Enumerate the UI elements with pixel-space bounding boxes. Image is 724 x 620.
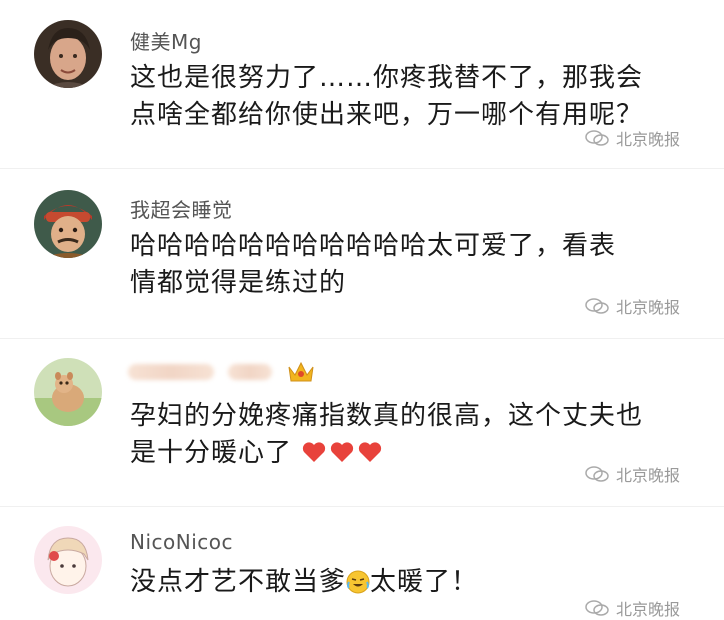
avatar[interactable] bbox=[34, 20, 102, 88]
username[interactable]: NicoNicoc bbox=[130, 530, 233, 554]
watermark-text: 北京晚报 bbox=[615, 466, 680, 485]
heart-icon bbox=[303, 442, 326, 462]
blurred-text bbox=[228, 364, 272, 380]
avatar[interactable] bbox=[34, 358, 102, 426]
watermark: 北京晚报 bbox=[584, 294, 680, 318]
username[interactable]: 健美Mg bbox=[130, 26, 202, 55]
username-blurred[interactable] bbox=[128, 361, 316, 382]
comment-text-span: 太暖了！ bbox=[370, 567, 479, 597]
wechat-icon bbox=[585, 600, 609, 616]
avatar[interactable] bbox=[34, 526, 102, 594]
comment-text-span: 是十分暖心了 bbox=[130, 438, 293, 468]
comment-item-2: 我超会睡觉 哈哈哈哈哈哈哈哈哈哈哈太可爱了，看表 情都觉得是练过的 北京晚报 bbox=[0, 168, 724, 340]
comment-text-line: 这也是很努力了……你疼我替不了，那我会 bbox=[130, 63, 644, 93]
crown-icon bbox=[288, 361, 314, 382]
heart-icon bbox=[359, 442, 382, 462]
comment-item-3: 孕妇的分娩疼痛指数真的很高，这个丈夫也 是十分暖心了 北京晚报 bbox=[0, 338, 724, 508]
avatar[interactable] bbox=[34, 190, 102, 258]
comment-text: 这也是很努力了……你疼我替不了，那我会 点啥全都给你使出来吧，万一哪个有用呢？ bbox=[130, 60, 710, 134]
comment-text-line: 孕妇的分娩疼痛指数真的很高，这个丈夫也 bbox=[130, 401, 644, 431]
comment-text-span: 没点才艺不敢当爹 bbox=[130, 567, 347, 597]
comment-text: 哈哈哈哈哈哈哈哈哈哈哈太可爱了，看表 情都觉得是练过的 bbox=[130, 228, 710, 302]
wechat-icon bbox=[585, 298, 609, 314]
comment-item-4: NicoNicoc 没点才艺不敢当爹 太暖了！ 北京晚报 bbox=[0, 506, 724, 619]
wechat-icon bbox=[585, 130, 609, 146]
watermark-text: 北京晚报 bbox=[615, 600, 680, 619]
hearts-emoji bbox=[301, 440, 383, 464]
blurred-text bbox=[128, 364, 214, 380]
comment-item-1: 健美Mg 这也是很努力了……你疼我替不了，那我会 点啥全都给你使出来吧，万一哪个… bbox=[0, 0, 724, 170]
watermark-text: 北京晚报 bbox=[615, 298, 680, 317]
comment-text-line: 哈哈哈哈哈哈哈哈哈哈哈太可爱了，看表 bbox=[130, 231, 617, 261]
username[interactable]: 我超会睡觉 bbox=[130, 194, 233, 223]
watermark: 北京晚报 bbox=[584, 126, 680, 150]
crying-laugh-emoji-icon bbox=[346, 570, 370, 594]
watermark: 北京晚报 bbox=[584, 596, 680, 620]
watermark: 北京晚报 bbox=[584, 462, 680, 486]
comment-text: 孕妇的分娩疼痛指数真的很高，这个丈夫也 是十分暖心了 bbox=[130, 398, 710, 472]
heart-icon bbox=[331, 442, 354, 462]
watermark-text: 北京晚报 bbox=[615, 130, 680, 149]
wechat-icon bbox=[585, 466, 609, 482]
